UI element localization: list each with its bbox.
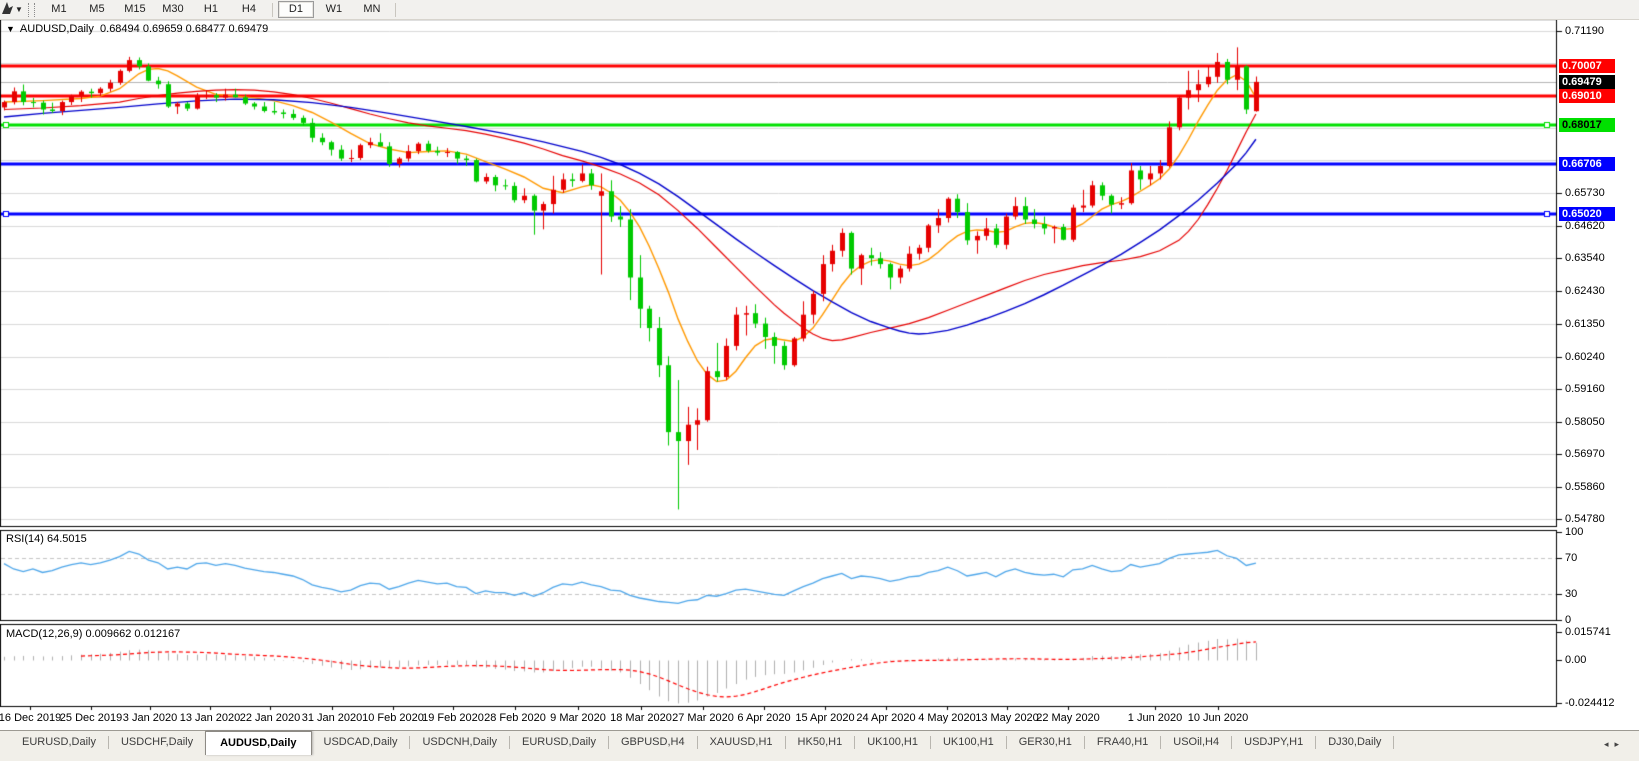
collapse-triangle-icon[interactable]: ▼	[6, 24, 15, 34]
chart-tab-usoil-h4[interactable]: USOil,H4	[1161, 731, 1231, 752]
time-axis-label: 24 Apr 2020	[856, 712, 915, 724]
time-axis-label: 4 May 2020	[918, 712, 975, 724]
chart-tab-bar: EURUSD,DailyUSDCHF,DailyAUDUSD,DailyUSDC…	[0, 730, 1639, 761]
timeframe-toolbar: ▼ M1M5M15M30H1H4 D1W1MN	[0, 0, 1639, 20]
timeframe-button-m5[interactable]: M5	[79, 1, 115, 18]
chart-title: ▼ AUDUSD,Daily 0.68494 0.69659 0.68477 0.…	[6, 23, 268, 35]
toolbar-separator	[395, 3, 396, 17]
time-axis-label: 18 Mar 2020	[610, 712, 672, 724]
chart-tab-usdcad-daily[interactable]: USDCAD,Daily	[312, 731, 410, 752]
price-axis-label: 0.71190	[1565, 25, 1604, 37]
price-level-badge: 0.65020	[1559, 207, 1615, 221]
timeframe-button-m1[interactable]: M1	[41, 1, 77, 18]
tab-scroll-arrows: ◂▸	[1604, 739, 1625, 750]
chart-tab-usdcnh-daily[interactable]: USDCNH,Daily	[410, 731, 509, 752]
chart-tab-usdjpy-h1[interactable]: USDJPY,H1	[1232, 731, 1315, 752]
time-axis-label: 3 Jan 2020	[123, 712, 177, 724]
price-level-badge: 0.69479	[1559, 75, 1615, 89]
price-axis-label: 0.58050	[1565, 416, 1605, 428]
timeframe-button-h1[interactable]: H1	[193, 1, 229, 18]
chart-tabs: EURUSD,DailyUSDCHF,DailyAUDUSD,DailyUSDC…	[10, 731, 1394, 755]
price-axis-label: 0.55860	[1565, 481, 1605, 493]
chart-tab-eurusd-daily[interactable]: EURUSD,Daily	[10, 731, 108, 752]
rsi-axis-label: 0	[1565, 614, 1571, 626]
time-axis-label: 28 Feb 2020	[484, 712, 546, 724]
timeframe-button-h4[interactable]: H4	[231, 1, 267, 18]
price-axis-label: 0.62430	[1565, 285, 1605, 297]
macd-axis-label: 0.00	[1565, 654, 1586, 666]
timeframe-button-m15[interactable]: M15	[117, 1, 153, 18]
chart-tab-gbpusd-h4[interactable]: GBPUSD,H4	[609, 731, 697, 752]
time-axis-label: 10 Feb 2020	[362, 712, 424, 724]
chart-tab-uk100-h1[interactable]: UK100,H1	[931, 731, 1006, 752]
chart-tab-hk50-h1[interactable]: HK50,H1	[786, 731, 855, 752]
toolbar-separator	[272, 3, 273, 17]
dropdown-arrow-icon[interactable]: ▼	[15, 5, 23, 14]
timeframe-button-d1[interactable]: D1	[278, 1, 314, 18]
time-axis-label: 10 Jun 2020	[1188, 712, 1249, 724]
time-axis-label: 22 May 2020	[1036, 712, 1100, 724]
chart-tab-fra40-h1[interactable]: FRA40,H1	[1085, 731, 1160, 752]
chart-canvas[interactable]	[0, 0, 1639, 761]
chart-tab-ger30-h1[interactable]: GER30,H1	[1007, 731, 1084, 752]
chart-ohlc-values: 0.68494 0.69659 0.68477 0.69479	[100, 23, 268, 35]
time-axis-label: 13 May 2020	[975, 712, 1039, 724]
price-axis-label: 0.56970	[1565, 448, 1605, 460]
price-level-badge: 0.66706	[1559, 157, 1615, 171]
time-axis-label: 22 Jan 2020	[240, 712, 301, 724]
tab-scroll-left-icon[interactable]: ◂	[1604, 739, 1615, 749]
rsi-axis-label: 100	[1565, 526, 1583, 538]
toolbar-grip[interactable]	[28, 3, 35, 17]
chart-tab-uk100-h1[interactable]: UK100,H1	[855, 731, 930, 752]
tab-separator	[1393, 736, 1394, 749]
price-level-badge: 0.68017	[1559, 118, 1615, 132]
time-axis-label: 13 Jan 2020	[180, 712, 241, 724]
rsi-axis-label: 30	[1565, 588, 1577, 600]
chart-tab-usdchf-daily[interactable]: USDCHF,Daily	[109, 731, 205, 752]
tab-scroll-right-icon[interactable]: ▸	[1614, 739, 1625, 749]
price-level-badge: 0.70007	[1559, 59, 1615, 73]
time-axis-label: 27 Mar 2020	[672, 712, 734, 724]
time-axis-label: 9 Mar 2020	[550, 712, 606, 724]
time-axis-label: 6 Apr 2020	[737, 712, 790, 724]
chart-tab-xauusd-h1[interactable]: XAUUSD,H1	[698, 731, 785, 752]
time-axis-label: 1 Jun 2020	[1128, 712, 1182, 724]
price-axis-label: 0.61350	[1565, 318, 1605, 330]
macd-indicator-label: MACD(12,26,9) 0.009662 0.012167	[6, 628, 180, 640]
time-axis-label: 25 Dec 2019	[60, 712, 122, 724]
chart-tab-dj30-daily[interactable]: DJ30,Daily	[1316, 731, 1393, 752]
timeframe-button-w1[interactable]: W1	[316, 1, 352, 18]
timeframe-button-mn[interactable]: MN	[354, 1, 390, 18]
price-axis-label: 0.54780	[1565, 513, 1605, 525]
chart-tab-audusd-daily[interactable]: AUDUSD,Daily	[205, 731, 311, 755]
time-axis-label: 19 Feb 2020	[422, 712, 484, 724]
time-axis-label: 15 Apr 2020	[795, 712, 854, 724]
timeframe-buttons: M1M5M15M30H1H4 D1W1MN	[40, 1, 400, 18]
price-axis-label: 0.59160	[1565, 383, 1605, 395]
chart-tab-eurusd-daily[interactable]: EURUSD,Daily	[510, 731, 608, 752]
chart-symbol-label: AUDUSD,Daily	[20, 23, 94, 35]
price-axis-label: 0.60240	[1565, 351, 1605, 363]
price-level-badge: 0.69010	[1559, 89, 1615, 103]
rsi-indicator-label: RSI(14) 64.5015	[6, 533, 87, 545]
price-axis-label: 0.63540	[1565, 252, 1605, 264]
macd-axis-label: 0.015741	[1565, 626, 1611, 638]
time-axis-label: 16 Dec 2019	[0, 712, 61, 724]
timeframe-button-m30[interactable]: M30	[155, 1, 191, 18]
cursor-tool-icon[interactable]	[1, 1, 14, 18]
time-axis-label: 31 Jan 2020	[302, 712, 363, 724]
rsi-axis-label: 70	[1565, 552, 1577, 564]
macd-axis-label: -0.024412	[1565, 697, 1615, 709]
price-axis-label: 0.65730	[1565, 187, 1605, 199]
trading-app-window: ▼ M1M5M15M30H1H4 D1W1MN ▼ AUDUSD,Daily 0.6…	[0, 0, 1639, 761]
price-axis-label: 0.64620	[1565, 220, 1605, 232]
